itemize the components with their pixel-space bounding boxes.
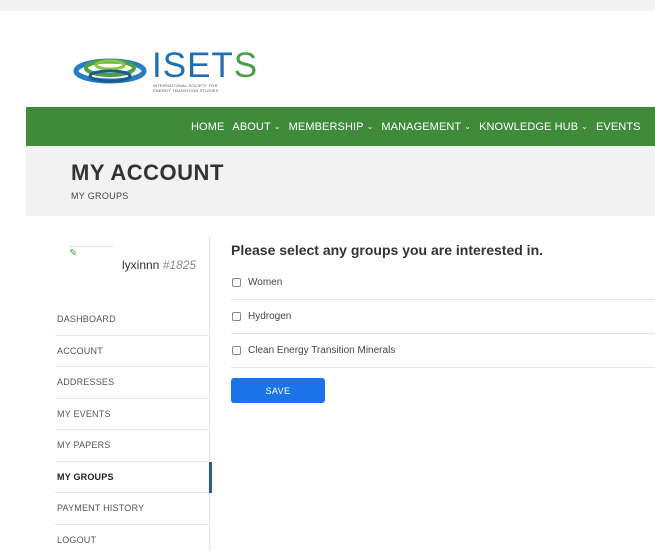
groups-heading: Please select any groups you are interes… xyxy=(231,242,544,258)
group-option-clean-energy-transition-minerals: Clean Energy Transition Minerals xyxy=(231,334,655,368)
nav-item-events[interactable]: EVENTS xyxy=(596,121,641,133)
chevron-down-icon: ⌄ xyxy=(273,122,281,131)
avatar-divider xyxy=(69,246,113,247)
sidebar-item-my-events[interactable]: MY EVENTS xyxy=(55,399,210,430)
page-title: MY ACCOUNT xyxy=(71,160,224,185)
nav-item-label: MANAGEMENT xyxy=(381,120,462,133)
nav-item-label: KNOWLEDGE HUB xyxy=(479,120,579,133)
sidebar-item-logout[interactable]: LOGOUT xyxy=(55,525,210,551)
main-navigation-bar: HOME ABOUT ⌄ MEMBERSHIP ⌄ MANAGEMENT ⌄ KNOWLEDG… xyxy=(26,107,655,146)
nav-item-management[interactable]: MANAGEMENT ⌄ xyxy=(381,121,471,133)
nav-item-label: EVENTS xyxy=(595,120,641,133)
group-checkbox[interactable] xyxy=(232,278,241,287)
sidebar-item-my-papers[interactable]: MY PAPERS xyxy=(55,430,210,462)
save-button[interactable]: SAVE xyxy=(231,378,325,403)
username: lyxinnn #1825 xyxy=(122,258,197,272)
browser-top-strip xyxy=(0,0,655,10)
group-label[interactable]: Clean Energy Transition Minerals xyxy=(248,345,395,356)
sidebar-item-payment-history[interactable]: PAYMENT HISTORY xyxy=(55,493,210,525)
nav-item-label: ABOUT xyxy=(232,120,271,133)
sidebar-menu: DASHBOARD ACCOUNT ADDRESSES MY EVENTS MY PAP… xyxy=(55,304,212,551)
group-label[interactable]: Hydrogen xyxy=(248,311,291,322)
sidebar-item-account[interactable]: ACCOUNT xyxy=(55,336,210,367)
nav-item-about[interactable]: ABOUT ⌄ xyxy=(232,121,280,133)
isets-logo[interactable]: ISETS INTERNATIONAL SOCIETY FOR ENERGY T… xyxy=(72,44,257,96)
group-option-hydrogen: Hydrogen xyxy=(231,300,655,334)
group-label[interactable]: Women xyxy=(248,277,282,288)
nav-item-label: HOME xyxy=(191,120,225,133)
page-header: MY ACCOUNT MY GROUPS xyxy=(26,146,655,216)
avatar: ✎ xyxy=(69,246,113,259)
chevron-down-icon: ⌄ xyxy=(581,122,588,131)
sidebar-item-addresses[interactable]: ADDRESSES xyxy=(55,367,210,399)
group-checkbox[interactable] xyxy=(232,312,241,321)
sidebar-item-my-groups[interactable]: MY GROUPS xyxy=(55,461,212,493)
logo-wordmark: ISETS xyxy=(152,46,259,85)
group-checkbox[interactable] xyxy=(232,346,241,355)
nav-item-label: MEMBERSHIP xyxy=(288,120,364,133)
nav-menu: HOME ABOUT ⌄ MEMBERSHIP ⌄ MANAGEMENT ⌄ KNOWLEDG… xyxy=(191,107,649,146)
nav-item-membership[interactable]: MEMBERSHIP ⌄ xyxy=(289,121,374,133)
breadcrumb: MY GROUPS xyxy=(71,191,129,201)
group-option-women: Women xyxy=(231,266,655,300)
sidebar-item-dashboard[interactable]: DASHBOARD xyxy=(55,304,210,336)
nav-item-knowledge-hub[interactable]: KNOWLEDGE HUB ⌄ xyxy=(479,121,588,133)
broken-image-icon: ✎ xyxy=(69,248,78,259)
account-sidebar: ✎ lyxinnn #1825 DASHBOARD ACCOUNT ADDRESSE… xyxy=(55,236,212,551)
globe-swirl-icon xyxy=(73,58,147,84)
chevron-down-icon: ⌄ xyxy=(464,122,472,131)
logo-subtitle: INTERNATIONAL SOCIETY FOR ENERGY TRANSIT… xyxy=(153,83,219,93)
nav-item-home[interactable]: HOME xyxy=(191,121,224,133)
chevron-down-icon: ⌄ xyxy=(366,122,374,131)
